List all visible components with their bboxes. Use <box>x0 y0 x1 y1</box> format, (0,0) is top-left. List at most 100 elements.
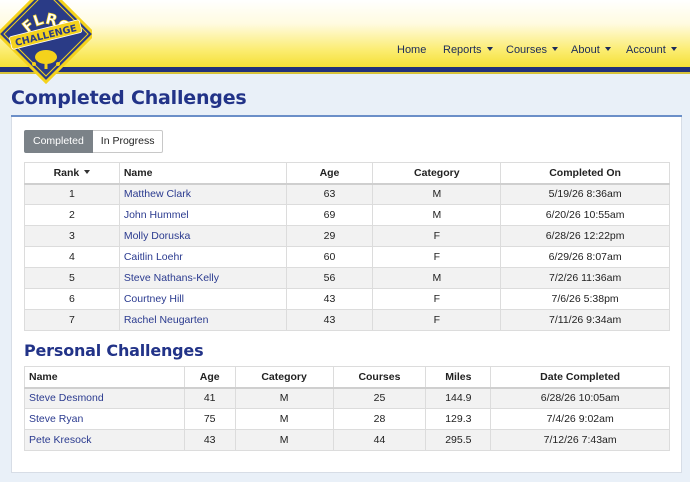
courses-header[interactable]: Courses <box>332 366 427 389</box>
category-cell: F <box>372 288 502 310</box>
date-completed-header[interactable]: Date Completed <box>490 366 670 389</box>
nav-courses[interactable]: Courses <box>506 44 558 56</box>
age-header[interactable]: Age <box>183 366 236 389</box>
nav-about-label: About <box>571 44 600 56</box>
age-cell: 75 <box>183 408 236 430</box>
sort-desc-icon <box>84 169 91 174</box>
name-cell-link[interactable]: Steve Desmond <box>29 392 104 404</box>
category-cell: M <box>372 267 502 289</box>
category-cell: F <box>372 309 502 331</box>
age-cell: 69 <box>285 204 374 226</box>
name-cell-link[interactable]: Steve Ryan <box>29 413 83 425</box>
age-cell: 43 <box>285 288 374 310</box>
age-cell: 60 <box>285 246 374 268</box>
page-title: Completed Challenges <box>11 87 247 109</box>
completed-on-header[interactable]: Completed On <box>500 162 670 185</box>
table-row: Steve Desmond 41 M 25 144.9 6/28/26 10:05am <box>24 387 670 409</box>
nav-courses-label: Courses <box>506 44 547 56</box>
table-header-row: Rank Name Age Category Completed On <box>24 162 670 185</box>
name-cell: Molly Doruska <box>118 225 287 247</box>
table-row: 3 Molly Doruska 29 F 6/28/26 12:22pm <box>24 225 670 247</box>
name-cell-link[interactable]: Caitlin Loehr <box>124 251 183 263</box>
name-cell: Rachel Neugarten <box>118 309 287 331</box>
category-cell: F <box>372 225 502 247</box>
age-cell: 43 <box>285 309 374 331</box>
rank-cell: 3 <box>24 225 120 247</box>
rank-cell: 1 <box>24 183 120 205</box>
challenge-tabs: Completed In Progress <box>24 130 164 153</box>
name-cell-link[interactable]: John Hummel <box>124 209 189 221</box>
rank-cell: 7 <box>24 309 120 331</box>
completed-on-cell: 5/19/26 8:36am <box>500 183 670 205</box>
table-row: 5 Steve Nathans-Kelly 56 M 7/2/26 11:36am <box>24 267 670 289</box>
caret-down-icon <box>670 47 677 51</box>
date-completed-cell: 6/28/26 10:05am <box>490 387 670 409</box>
table-row: 6 Courtney Hill 43 F 7/6/26 5:38pm <box>24 288 670 310</box>
name-cell: Steve Nathans-Kelly <box>118 267 287 289</box>
caret-down-icon <box>551 47 558 51</box>
courses-cell: 44 <box>332 429 427 451</box>
category-cell: M <box>234 387 334 409</box>
nav-reports[interactable]: Reports <box>443 44 493 56</box>
miles-cell: 295.5 <box>425 429 492 451</box>
name-cell: Caitlin Loehr <box>118 246 287 268</box>
tab-in-progress[interactable]: In Progress <box>92 130 164 153</box>
table-row: Pete Kresock 43 M 44 295.5 7/12/26 7:43am <box>24 429 670 451</box>
completed-on-cell: 7/2/26 11:36am <box>500 267 670 289</box>
age-cell: 29 <box>285 225 374 247</box>
tab-completed[interactable]: Completed <box>24 130 93 153</box>
name-cell: Steve Desmond <box>24 387 185 409</box>
miles-cell: 144.9 <box>425 387 492 409</box>
nav-reports-label: Reports <box>443 44 482 56</box>
personal-challenges-table: Name Age Category Courses Miles Date Com… <box>24 366 670 451</box>
nav-account-label: Account <box>626 44 666 56</box>
completed-challenges-table: Rank Name Age Category Completed On 1 Mat… <box>24 162 670 331</box>
category-header[interactable]: Category <box>372 162 502 185</box>
rank-cell: 4 <box>24 246 120 268</box>
date-completed-cell: 7/12/26 7:43am <box>490 429 670 451</box>
name-cell: Pete Kresock <box>24 429 185 451</box>
table-header-row: Name Age Category Courses Miles Date Com… <box>24 366 670 389</box>
nav-account[interactable]: Account <box>626 44 677 56</box>
completed-on-cell: 6/29/26 8:07am <box>500 246 670 268</box>
rank-cell: 5 <box>24 267 120 289</box>
nav-home-label: Home <box>397 44 427 56</box>
flrc-challenge-logo[interactable]: FLRC CHALLENGE <box>0 0 92 84</box>
header-gold-rule <box>0 72 690 74</box>
caret-down-icon <box>486 47 493 51</box>
date-completed-cell: 7/4/26 9:02am <box>490 408 670 430</box>
name-cell-link[interactable]: Steve Nathans-Kelly <box>124 272 219 284</box>
nav-about[interactable]: About <box>571 44 611 56</box>
table-row: 4 Caitlin Loehr 60 F 6/29/26 8:07am <box>24 246 670 268</box>
category-header[interactable]: Category <box>234 366 334 389</box>
category-cell: M <box>372 183 502 205</box>
name-cell: John Hummel <box>118 204 287 226</box>
name-cell-link[interactable]: Molly Doruska <box>124 230 191 242</box>
name-cell-link[interactable]: Matthew Clark <box>124 188 191 200</box>
age-cell: 41 <box>183 387 236 409</box>
rank-cell: 2 <box>24 204 120 226</box>
table-row: 7 Rachel Neugarten 43 F 7/11/26 9:34am <box>24 309 670 331</box>
miles-header[interactable]: Miles <box>425 366 492 389</box>
rank-cell: 6 <box>24 288 120 310</box>
main-nav: Home Reports Courses About Account <box>0 44 690 58</box>
age-header[interactable]: Age <box>285 162 374 185</box>
personal-challenges-title: Personal Challenges <box>24 341 204 360</box>
name-cell-link[interactable]: Rachel Neugarten <box>124 314 209 326</box>
name-cell-link[interactable]: Courtney Hill <box>124 293 184 305</box>
category-cell: F <box>372 246 502 268</box>
table-row: Steve Ryan 75 M 28 129.3 7/4/26 9:02am <box>24 408 670 430</box>
rank-header[interactable]: Rank <box>24 162 120 185</box>
name-header[interactable]: Name <box>24 366 185 389</box>
completed-on-cell: 6/28/26 12:22pm <box>500 225 670 247</box>
category-cell: M <box>234 429 334 451</box>
name-cell-link[interactable]: Pete Kresock <box>29 434 91 446</box>
nav-home[interactable]: Home <box>397 44 426 56</box>
courses-cell: 28 <box>332 408 427 430</box>
age-cell: 43 <box>183 429 236 451</box>
name-header[interactable]: Name <box>118 162 287 185</box>
table-row: 2 John Hummel 69 M 6/20/26 10:55am <box>24 204 670 226</box>
age-cell: 63 <box>285 183 374 205</box>
table-row: 1 Matthew Clark 63 M 5/19/26 8:36am <box>24 183 670 205</box>
category-cell: M <box>234 408 334 430</box>
